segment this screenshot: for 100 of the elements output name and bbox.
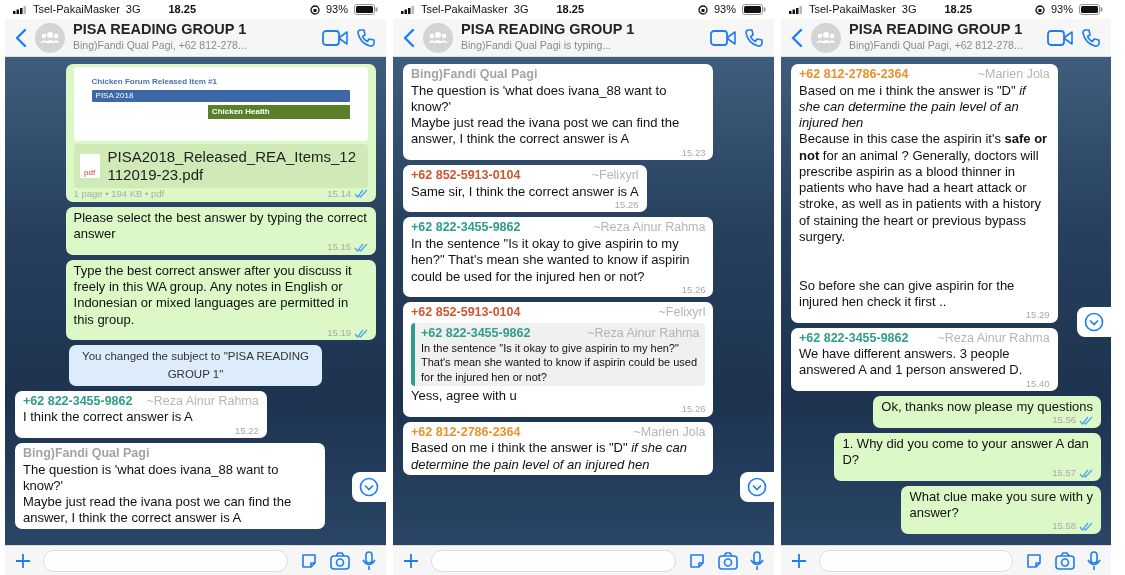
system-notice: You changed the subject to "PISA READING GROUP 1" <box>69 345 322 386</box>
message-time: 15.40 <box>1025 378 1050 390</box>
video-call-icon[interactable] <box>1047 28 1073 47</box>
microphone-icon[interactable] <box>1087 550 1101 571</box>
back-icon[interactable] <box>403 27 415 48</box>
phone-call-icon[interactable] <box>744 27 764 48</box>
message-text: The question is 'what does ivana_88 want to know?' Maybe just read the ivana post we can find the answer, I think the correct answer is A <box>411 82 681 148</box>
message-time: 15.58 <box>1052 521 1076 532</box>
back-icon[interactable] <box>15 27 27 48</box>
preview-title: Chicken Forum Released Item #1 <box>91 77 218 87</box>
sender-name: +62 822-3455-9862 <box>421 324 531 342</box>
message-input-field[interactable] <box>431 549 676 572</box>
chevron-down-circle-icon <box>359 477 379 497</box>
lock-rotation-icon <box>697 4 708 15</box>
preview-heading: Chicken Health <box>207 105 350 119</box>
video-call-icon[interactable] <box>322 28 348 47</box>
file-name: PISA2018_Released_REA_Items_12112019-23.pdf <box>107 148 358 184</box>
camera-icon[interactable] <box>718 551 738 570</box>
battery-icon <box>354 4 378 15</box>
sender-name: +62 812-2786-2364 <box>799 67 909 83</box>
file-meta: 1 page • 194 KB • pdf <box>73 188 165 200</box>
quoted-message[interactable]: +62 822-3455-9862 ~Reza Ainur Rahma In the sentence "Is it okay to give aspirin to my hen?" That's mean she wanted to know if aspirin could be used for the injured hen or not? <box>411 322 706 386</box>
phone-call-icon[interactable] <box>356 27 376 48</box>
scroll-down-button[interactable] <box>1077 307 1111 337</box>
battery-percent: 93% <box>325 2 348 18</box>
signal-icon <box>13 5 27 14</box>
sender-alias: ~Reza Ainur Rahma <box>937 330 1050 347</box>
message-time: 15.29 <box>1025 310 1050 321</box>
message-text: What clue make you sure with y answer? <box>909 488 1093 522</box>
sender-name: +62 822-3455-9862 <box>411 220 521 236</box>
message-text: Please select the best answer by typing the correct answer <box>73 209 368 243</box>
plus-icon[interactable] <box>791 552 807 569</box>
sender-name: Bing)Fandi Qual Pagi <box>23 446 150 462</box>
sender-name: +62 822-3455-9862 <box>23 393 133 410</box>
lock-rotation-icon <box>309 4 320 15</box>
sender-name: +62 812-2786-2364 <box>411 424 521 441</box>
message-time: 15.22 <box>234 425 259 437</box>
chat-subtitle: Bing)Fandi Qual Pagi is typing... <box>461 37 612 53</box>
message-text: Ok, thanks now please my questions <box>881 399 1093 416</box>
battery-percent: 93% <box>713 2 736 18</box>
scroll-down-button[interactable] <box>740 472 774 502</box>
message-time: 15.14 <box>327 188 351 200</box>
message-text: Type the best correct answer after you discuss it freely in this WA group. Any notes in English or Indonesian or mixed languages are permitted in this group. <box>73 262 353 328</box>
status-time: 18.25 <box>556 2 585 18</box>
preview-app-bar: PISA 2018 <box>91 90 350 102</box>
plus-icon[interactable] <box>403 552 419 569</box>
chat-title: PISA READING GROUP 1 <box>849 21 1024 38</box>
message-time: 15.15 <box>327 242 351 253</box>
chat-title: PISA READING GROUP 1 <box>461 21 636 38</box>
message-text: Based on me i think the answer is "D" if she can determine the pain level of an injured hen <box>411 440 688 473</box>
message-text: The question is 'what does ivana_88 want to know?' Maybe just read the ivana post we can find the answer, I think the correct answer is A <box>23 461 293 527</box>
message-time: 15.19 <box>327 327 351 339</box>
phone-call-icon[interactable] <box>1081 27 1101 48</box>
camera-icon[interactable] <box>1055 551 1075 570</box>
plus-icon[interactable] <box>15 552 31 569</box>
sender-alias: ~Marien Jola <box>633 424 706 441</box>
message-text: Yess, agree with u <box>411 387 518 405</box>
chat-subtitle: Bing)Fandi Qual Pagi, +62 812-278... <box>73 37 248 53</box>
microphone-icon[interactable] <box>750 550 764 571</box>
sender-alias: ~Reza Ainur Rahma <box>587 324 700 342</box>
scroll-down-button[interactable] <box>352 472 386 502</box>
back-icon[interactable] <box>791 27 803 48</box>
network-type: 3G <box>513 2 529 18</box>
sticker-icon[interactable] <box>1025 551 1043 570</box>
message-time: 15.26 <box>681 404 706 415</box>
sender-alias: ~Marien Jola <box>977 67 1050 83</box>
microphone-icon[interactable] <box>362 550 376 571</box>
battery-icon <box>1079 4 1103 15</box>
group-avatar-icon <box>811 22 841 53</box>
quoted-text: In the sentence "Is it okay to give aspirin to my hen?" That's mean she wanted to know if aspirin could be used for the injured hen or not? <box>421 341 699 384</box>
chat-subtitle: Bing)Fandi Qual Pagi, +62 812-278... <box>849 37 1024 53</box>
lock-rotation-icon <box>1034 4 1045 15</box>
sender-name: Bing)Fandi Qual Pagi <box>411 67 538 83</box>
carrier-name: Tsel-PakaiMasker <box>421 2 508 18</box>
status-time: 18.25 <box>944 2 973 18</box>
pdf-file-icon: pdf <box>79 154 100 178</box>
video-call-icon[interactable] <box>710 28 736 47</box>
sender-alias: ~Felixyrl <box>591 168 639 184</box>
chevron-down-circle-icon <box>1084 312 1104 332</box>
sticker-icon[interactable] <box>688 551 706 570</box>
battery-percent: 93% <box>1050 2 1073 18</box>
sender-name: +62 852-5913-0104 <box>411 305 521 321</box>
sender-alias: ~Felixyrl <box>658 305 706 321</box>
document-bubble[interactable]: Chicken Forum Released Item #1 PISA 2018 Chicken Health pdf PISA2018_Released_REA_Items_12112019-23.pdf 1 page • 194 KB • pdf 15.14 <box>65 64 376 202</box>
sender-alias: ~Reza Ainur Rahma <box>146 393 259 410</box>
message-text: Same sir, I think the correct answer is A <box>411 183 639 200</box>
carrier-name: Tsel-PakaiMasker <box>809 2 896 18</box>
message-input-field[interactable] <box>43 549 288 572</box>
message-text: We have different answers. 3 people answered A and 1 person answered D. <box>799 346 1024 379</box>
signal-icon <box>789 5 803 14</box>
chat-title: PISA READING GROUP 1 <box>73 21 248 38</box>
message-time: 15.26 <box>681 284 706 296</box>
message-time: 15.57 <box>1052 468 1076 479</box>
sender-alias: ~Reza Ainur Rahma <box>593 220 706 236</box>
chevron-down-circle-icon <box>747 477 767 497</box>
group-avatar-icon <box>423 22 453 53</box>
message-input-field[interactable] <box>819 549 1013 572</box>
camera-icon[interactable] <box>330 551 350 570</box>
message-time: 15.56 <box>1052 415 1076 426</box>
sticker-icon[interactable] <box>300 551 318 570</box>
